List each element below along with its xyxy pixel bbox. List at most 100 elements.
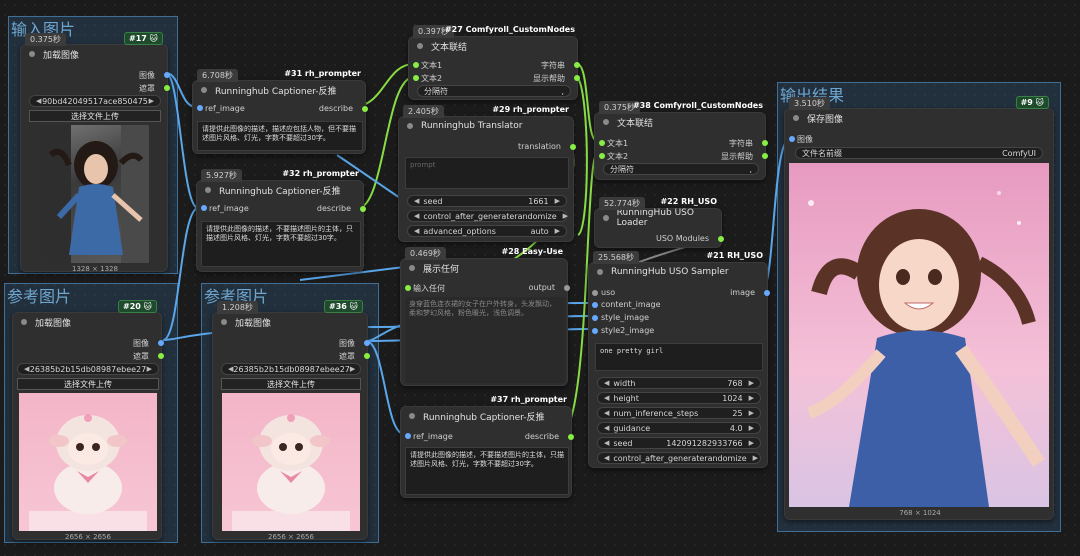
output-socket[interactable] [564, 285, 570, 291]
prompt-textarea[interactable]: prompt [405, 157, 569, 189]
output-describe-socket[interactable] [362, 106, 368, 112]
captioner-node-32[interactable]: 5.927秒 #32 rh_prompter Runninghub Captio… [196, 169, 366, 272]
translator-node-29[interactable]: 2.405秒 #29 rh_prompter Runninghub Transl… [398, 105, 576, 242]
output-mask-socket[interactable] [158, 353, 164, 359]
collapse-dot-icon[interactable] [29, 51, 35, 57]
uso-sampler-node-21[interactable]: 25.568秒 #21 RH_USO RunningHub USO Sample… [588, 251, 770, 468]
seed-widget[interactable]: ◀ seed 1661 ▶ [407, 195, 567, 207]
collapse-dot-icon[interactable] [407, 123, 413, 129]
output-mask-socket[interactable] [164, 85, 170, 91]
collapse-dot-icon[interactable] [205, 187, 211, 193]
input-content-image-socket[interactable] [592, 302, 598, 308]
collapse-dot-icon[interactable] [417, 43, 423, 49]
collapse-dot-icon[interactable] [409, 413, 415, 419]
arrow-right-icon[interactable]: ▶ [749, 439, 754, 447]
output-describe-socket[interactable] [360, 206, 366, 212]
output-describe-socket[interactable] [568, 434, 574, 440]
output-string-socket[interactable] [574, 62, 580, 68]
advanced-options-widget[interactable]: ◀ advanced_options auto ▶ [407, 225, 567, 237]
steps-widget[interactable]: ◀ num_inference_steps 25 ▶ [597, 407, 761, 419]
upload-button[interactable]: 选择文件上传 [29, 110, 161, 122]
node-header[interactable]: 加载图像 [21, 45, 167, 63]
output-mask-socket[interactable] [364, 353, 370, 359]
input-ref-image-socket[interactable] [405, 433, 411, 439]
node-header[interactable]: 保存图像 [785, 109, 1053, 127]
node-header[interactable]: Runninghub Translator [399, 117, 573, 135]
arrow-left-icon[interactable]: ◀ [414, 197, 419, 205]
captioner-node-37[interactable]: #37 rh_prompter Runninghub Captioner-反推 … [400, 395, 574, 498]
arrow-left-icon[interactable]: ◀ [24, 365, 29, 373]
input-image-socket[interactable] [789, 136, 795, 142]
node-header[interactable]: 加载图像 [13, 313, 161, 331]
text-concat-node-38[interactable]: 0.375秒 #38 Comfyroll_CustomNodes 文本联结 文本… [594, 101, 768, 180]
node-header[interactable]: Runninghub Captioner-反推 [197, 181, 363, 199]
collapse-dot-icon[interactable] [21, 319, 27, 325]
node-header[interactable]: 文本联结 [595, 113, 765, 131]
arrow-right-icon[interactable]: ▶ [749, 394, 754, 402]
node-header[interactable]: 展示任何 [401, 259, 567, 277]
collapse-dot-icon[interactable] [793, 115, 799, 121]
input-uso-socket[interactable] [592, 290, 598, 296]
node-header[interactable]: 文本联结 [409, 37, 577, 55]
arrow-right-icon[interactable]: ▶ [749, 379, 754, 387]
input-text1-socket[interactable] [413, 62, 419, 68]
output-image-socket[interactable] [158, 340, 164, 346]
arrow-right-icon[interactable]: ▶ [555, 197, 560, 205]
arrow-right-icon[interactable]: ▶ [749, 424, 754, 432]
prompt-textarea[interactable]: 请提供此图像的描述，不要描述图片的主体，只描述图片风格、灯光，字数不要超过30字… [405, 447, 569, 495]
arrow-right-icon[interactable]: ▶ [350, 365, 355, 373]
height-widget[interactable]: ◀ height 1024 ▶ [597, 392, 761, 404]
node-header[interactable]: RunningHub USO Loader [595, 208, 721, 228]
arrow-left-icon[interactable]: ◀ [414, 227, 419, 235]
collapse-dot-icon[interactable] [603, 119, 609, 125]
captioner-node-31[interactable]: 6.708秒 #31 rh_prompter Runninghub Captio… [192, 69, 368, 154]
output-help-socket[interactable] [762, 153, 768, 159]
arrow-left-icon[interactable]: ◀ [604, 424, 609, 432]
arrow-right-icon[interactable]: ▶ [555, 227, 560, 235]
prompt-textarea[interactable]: 请提供此图像的描述，描述应包括人物，但不要描述图片风格、灯光，字数不要超过30字… [197, 121, 363, 151]
separator-field[interactable]: 分隔符, [417, 85, 571, 97]
prompt-textarea[interactable]: one pretty girl [595, 343, 763, 371]
load-image-node-20[interactable]: #20 🐱 加载图像 图像 遮罩 ◀ 26385b2b15db08987ebee2… [12, 300, 164, 541]
upload-button[interactable]: 选择文件上传 [17, 378, 159, 390]
arrow-left-icon[interactable]: ◀ [604, 454, 609, 462]
output-image-socket[interactable] [364, 340, 370, 346]
collapse-dot-icon[interactable] [201, 87, 207, 93]
output-uso-modules-socket[interactable] [718, 236, 724, 242]
output-image-socket[interactable] [164, 72, 170, 78]
collapse-dot-icon[interactable] [597, 269, 603, 275]
uso-loader-node-22[interactable]: 52.774秒 #22 RH_USO RunningHub USO Loader… [594, 197, 724, 248]
collapse-dot-icon[interactable] [409, 265, 415, 271]
input-style2-image-socket[interactable] [592, 328, 598, 334]
arrow-left-icon[interactable]: ◀ [604, 379, 609, 387]
prompt-textarea[interactable]: 请提供此图像的描述，不要描述图片的主体，只描述图片风格、灯光，字数不要超过30字… [201, 221, 361, 267]
node-header[interactable]: RunningHub USO Sampler [589, 263, 767, 281]
arrow-right-icon[interactable]: ▶ [749, 409, 754, 417]
output-translation-socket[interactable] [570, 144, 576, 150]
input-style-image-socket[interactable] [592, 315, 598, 321]
load-image-node-36[interactable]: 1.208秒 #36 🐱 加载图像 图像 遮罩 ◀ 26385b2b15db089… [212, 300, 370, 541]
control-after-generate-widget[interactable]: ◀ control_after_generate randomize ▶ [407, 210, 568, 222]
arrow-left-icon[interactable]: ◀ [604, 394, 609, 402]
image-file-select[interactable]: ◀ 26385b2b15db08987ebee27 ▶ [17, 363, 159, 375]
node-header[interactable]: Runninghub Captioner-反推 [401, 407, 571, 425]
filename-prefix-field[interactable]: 文件名前缀 ComfyUI [795, 147, 1043, 159]
guidance-widget[interactable]: ◀ guidance 4.0 ▶ [597, 422, 761, 434]
node-header[interactable]: 加载图像 [213, 313, 367, 331]
input-text2-socket[interactable] [599, 153, 605, 159]
input-anything-socket[interactable] [405, 285, 411, 291]
collapse-dot-icon[interactable] [603, 215, 609, 221]
image-file-select[interactable]: ◀ 26385b2b15db08987ebee27 ▶ [221, 363, 361, 375]
save-image-node-9[interactable]: 3.510秒 #9 🐱 保存图像 图像 文件名前缀 ComfyUI 768 × 1… [784, 96, 1054, 520]
arrow-right-icon[interactable]: ▶ [149, 97, 154, 105]
upload-button[interactable]: 选择文件上传 [221, 378, 361, 390]
show-anything-node-28[interactable]: 0.469秒 #28 Easy-Use 展示任何 输入任何 output 身穿蓝… [400, 247, 570, 386]
arrow-left-icon[interactable]: ◀ [604, 409, 609, 417]
image-file-select[interactable]: ◀ 90bd42049517ace850475 ▶ [29, 95, 161, 107]
seed-widget[interactable]: ◀ seed 142091282933766 ▶ [597, 437, 761, 449]
arrow-right-icon[interactable]: ▶ [563, 212, 568, 220]
input-ref-image-socket[interactable] [197, 105, 203, 111]
collapse-dot-icon[interactable] [221, 319, 227, 325]
output-string-socket[interactable] [762, 140, 768, 146]
separator-field[interactable]: 分隔符, [603, 163, 759, 175]
